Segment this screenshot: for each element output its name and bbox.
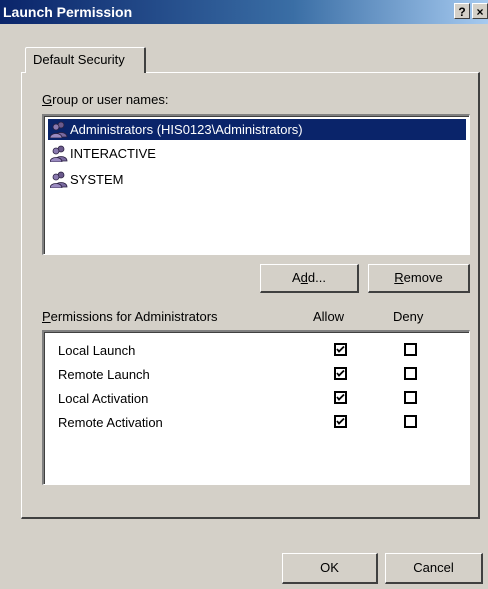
title-bar[interactable]: Launch Permission ? ×	[0, 0, 488, 24]
list-item-system[interactable]: SYSTEM	[48, 169, 466, 190]
allow-header: Allow	[313, 309, 345, 324]
permission-row-local-activation: Local Activation	[58, 388, 458, 410]
user-group-icon	[50, 145, 68, 162]
permission-name: Local Activation	[58, 391, 149, 406]
allow-checkbox[interactable]	[334, 343, 347, 356]
deny-checkbox[interactable]	[404, 415, 417, 428]
list-item-administrators[interactable]: Administrators (HIS0123\Administrators)	[48, 119, 466, 140]
permission-name: Local Launch	[58, 343, 136, 358]
list-item-label: Administrators (HIS0123\Administrators)	[70, 122, 303, 137]
group-user-list[interactable]: Administrators (HIS0123\Administrators) …	[42, 114, 470, 255]
window-title: Launch Permission	[3, 4, 133, 20]
cancel-button[interactable]: Cancel	[385, 553, 483, 584]
close-icon: ×	[476, 5, 484, 19]
allow-checkbox[interactable]	[334, 367, 347, 380]
permission-row-remote-launch: Remote Launch	[58, 364, 458, 386]
help-icon: ?	[458, 5, 466, 19]
help-button[interactable]: ?	[454, 3, 470, 19]
permissions-label: Permissions for Administrators	[42, 309, 218, 324]
deny-checkbox[interactable]	[404, 367, 417, 380]
allow-checkbox[interactable]	[334, 415, 347, 428]
list-item-label: SYSTEM	[70, 172, 124, 187]
user-group-icon	[50, 171, 68, 188]
remove-button[interactable]: Remove	[368, 264, 470, 293]
deny-checkbox[interactable]	[404, 343, 417, 356]
list-item-interactive[interactable]: INTERACTIVE	[48, 143, 466, 164]
permission-row-local-launch: Local Launch	[58, 340, 458, 362]
ok-button[interactable]: OK	[282, 553, 378, 584]
checkmark-icon	[336, 417, 345, 425]
deny-header: Deny	[393, 309, 424, 324]
permissions-list[interactable]: Local Launch Remote Launch Local Activat…	[42, 330, 470, 485]
permission-name: Remote Activation	[58, 415, 163, 430]
add-button[interactable]: Add...	[260, 264, 359, 293]
tab-default-security[interactable]: Default Security	[25, 47, 146, 73]
user-group-icon	[50, 121, 68, 138]
checkmark-icon	[336, 369, 345, 377]
deny-checkbox[interactable]	[404, 391, 417, 404]
permission-name: Remote Launch	[58, 367, 150, 382]
group-list-label: Group or user names:	[42, 92, 169, 107]
list-item-label: INTERACTIVE	[70, 146, 156, 161]
allow-checkbox[interactable]	[334, 391, 347, 404]
permission-row-remote-activation: Remote Activation	[58, 412, 458, 434]
close-button[interactable]: ×	[472, 3, 488, 19]
checkmark-icon	[336, 345, 345, 353]
tab-label: Default Security	[33, 52, 125, 67]
checkmark-icon	[336, 393, 345, 401]
